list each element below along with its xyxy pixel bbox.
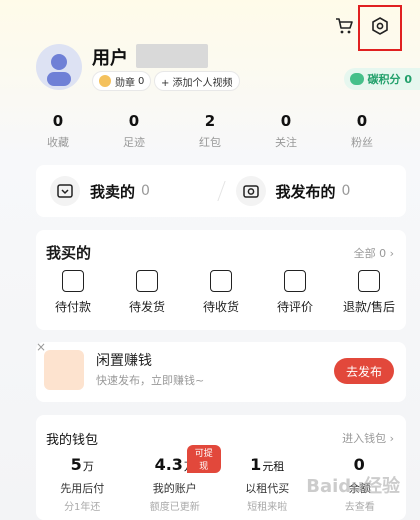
medal-label: 勋章 [115,77,135,89]
carbon-points-badge[interactable]: 碳积分 0 [343,68,420,90]
published-label: 我发布的 [275,182,336,201]
status-pending-receipt[interactable]: 待收货 [184,270,258,315]
stat-footprints[interactable]: 0 足迹 [96,112,172,150]
wallet-value: 1元租 [250,455,285,474]
status-label: 退款/售后 [342,300,396,314]
wallet-value: 5万 [70,455,94,474]
add-video-label: + 添加个人视频 [161,77,233,89]
published-icon-wrap [235,176,266,206]
wallet-title: 我的钱包 [46,433,99,448]
package-box-icon [136,270,158,292]
stat-value: 0 [52,112,64,130]
cart-button[interactable] [332,14,356,38]
camera-icon [242,185,259,198]
sold-entry[interactable]: 我卖的 0 [36,176,221,206]
stat-label: 收藏 [47,136,69,149]
sold-count: 0 [141,183,150,199]
stat-favorites[interactable]: 0 收藏 [20,112,96,150]
bought-status-row: 待付款 待发货 待收货 待评价 退款/售后 [36,270,406,315]
add-video-button[interactable]: + 添加个人视频 [154,71,240,91]
bought-all-link[interactable]: 全部 0 › [354,245,394,261]
stats-row: 0 收藏 0 足迹 2 红包 0 关注 0 粉丝 [20,112,400,150]
highlight-annotation [358,5,402,51]
avatar[interactable] [36,44,82,90]
idle-promo-title: 闲置赚钱 [96,353,152,369]
status-label: 待发货 [128,300,165,314]
status-pending-shipment[interactable]: 待发货 [110,270,184,315]
idle-promo-subtitle: 快速发布，立即赚钱~ [96,374,205,387]
published-count: 0 [341,183,351,199]
idle-promo-card: × 闲置赚钱 快速发布，立即赚钱~ 去发布 [36,340,406,402]
bought-card: 我买的 全部 0 › 待付款 待发货 待收货 待评价 退款/售后 [36,230,406,330]
stat-label: 红包 [199,136,221,149]
status-pending-review[interactable]: 待评价 [258,270,332,315]
published-entry[interactable]: 我发布的 0 [222,176,407,206]
withdrawable-badge: 可提现 [186,445,221,473]
cart-icon [336,18,353,34]
stat-label: 粉丝 [351,136,373,149]
delivery-truck-icon [210,270,232,292]
stat-value: 0 [356,112,368,130]
watermark: Baidu经验 [306,476,400,497]
wallet-sub: 分1年还 [64,502,101,513]
wallet-label: 以租代买 [245,482,290,495]
status-label: 待收货 [202,300,239,314]
idle-promo-illustration [44,350,84,390]
selling-card: 我卖的 0 我发布的 0 [36,165,406,217]
sold-label: 我卖的 [90,182,136,201]
carbon-leaf-icon [349,73,364,85]
wallet-rent[interactable]: 1元租 以租代买 短租来啦 [221,455,314,513]
stat-followers[interactable]: 0 粉丝 [324,112,400,150]
wallet-card: 我的钱包 进入钱包 › 5万 先用后付 分1年还 可提现 4.3万 我的账户 额… [36,415,406,520]
username-redacted [136,44,208,68]
wallet-sub: 短租来啦 [247,502,288,513]
wallet-account[interactable]: 可提现 4.3万 我的账户 额度已更新 [129,445,221,513]
wallet-card-icon [62,270,84,292]
sold-icon-wrap [50,176,80,206]
status-pending-payment[interactable]: 待付款 [36,270,110,315]
username[interactable]: 用户 [92,44,128,70]
status-label: 待评价 [276,300,313,314]
carbon-label: 碳积分 0 [367,73,412,86]
stat-following[interactable]: 0 关注 [248,112,324,150]
sold-box-icon [57,184,73,198]
status-refund[interactable]: 退款/售后 [332,270,406,315]
wallet-label: 我的账户 [152,482,197,495]
stat-label: 足迹 [123,136,145,149]
medal-pill[interactable]: 勋章 0 [92,71,152,91]
refund-return-icon [358,270,380,292]
stat-label: 关注 [275,136,297,149]
stat-value: 0 [280,112,292,130]
review-note-icon [284,270,306,292]
wallet-enter-link[interactable]: 进入钱包 › [342,430,394,446]
wallet-label: 先用后付 [60,482,105,495]
stat-red-packets[interactable]: 2 红包 [172,112,248,150]
wallet-sub: 额度已更新 [149,502,200,513]
status-label: 待付款 [54,300,91,314]
stat-value: 2 [204,112,216,130]
user-avatar-icon [47,54,71,86]
medal-icon [99,75,111,87]
bought-title: 我买的 [46,244,92,262]
wallet-pay-later[interactable]: 5万 先用后付 分1年还 [36,455,129,513]
publish-button[interactable]: 去发布 [334,358,394,384]
medal-count: 0 [138,75,145,87]
stat-value: 0 [128,112,140,130]
wallet-sub: 去查看 [344,502,375,513]
